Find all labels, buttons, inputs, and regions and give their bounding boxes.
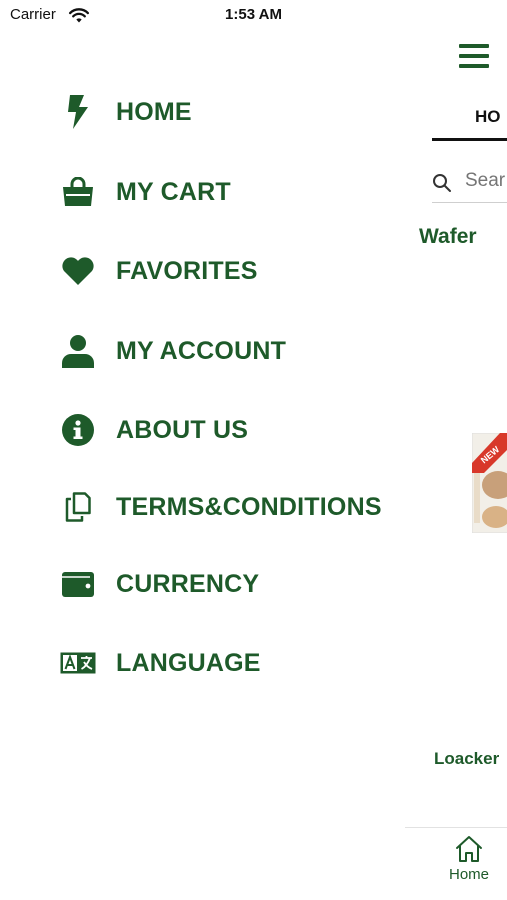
tab-home[interactable]: HO [475,107,501,127]
product-image[interactable]: NEW [472,433,507,533]
copy-icon [60,489,96,525]
menu-item-label: MY CART [116,177,231,206]
info-icon [60,412,96,448]
hamburger-icon[interactable] [459,44,489,68]
menu-item-terms-conditions[interactable]: TERMS&CONDITIONS [60,487,390,527]
heart-icon [60,253,96,289]
bolt-icon [60,94,96,130]
product-name[interactable]: Loacker [434,749,499,769]
home-icon [456,836,482,862]
menu-item-label: HOME [116,97,192,126]
menu-item-my-cart[interactable]: MY CART [60,172,390,212]
menu-item-favorites[interactable]: FAVORITES [60,251,390,291]
menu-item-language[interactable]: LANGUAGE [60,643,390,683]
menu-item-label: ABOUT US [116,415,249,444]
search-icon [433,174,451,192]
language-icon [60,645,96,681]
search-input[interactable] [465,170,507,192]
main-content-peek: HO Wafer NEW Loacker Home [405,0,507,900]
menu-item-currency[interactable]: CURRENCY [60,564,390,604]
menu-item-label: FAVORITES [116,256,258,285]
menu-item-label: MY ACCOUNT [116,336,287,365]
menu-item-label: TERMS&CONDITIONS [116,492,382,521]
bottom-tab-home-label: Home [448,866,489,883]
tab-bar-divider [405,827,507,828]
menu-item-about-us[interactable]: ABOUT US [60,410,390,450]
wallet-icon [60,566,96,602]
drawer-menu: HOME MY CART FAVORITES MY ACCOUNT ABOUT … [0,0,400,900]
user-icon [60,333,96,369]
category-title: Wafer [419,225,477,248]
menu-item-label: CURRENCY [116,569,260,598]
shopping-bag-icon [60,174,96,210]
search-underline [432,202,507,203]
tab-active-indicator [432,138,507,141]
menu-item-my-account[interactable]: MY ACCOUNT [60,331,390,371]
bottom-tab-home[interactable]: Home [439,834,499,886]
menu-item-home[interactable]: HOME [60,92,390,132]
menu-item-label: LANGUAGE [116,648,261,677]
